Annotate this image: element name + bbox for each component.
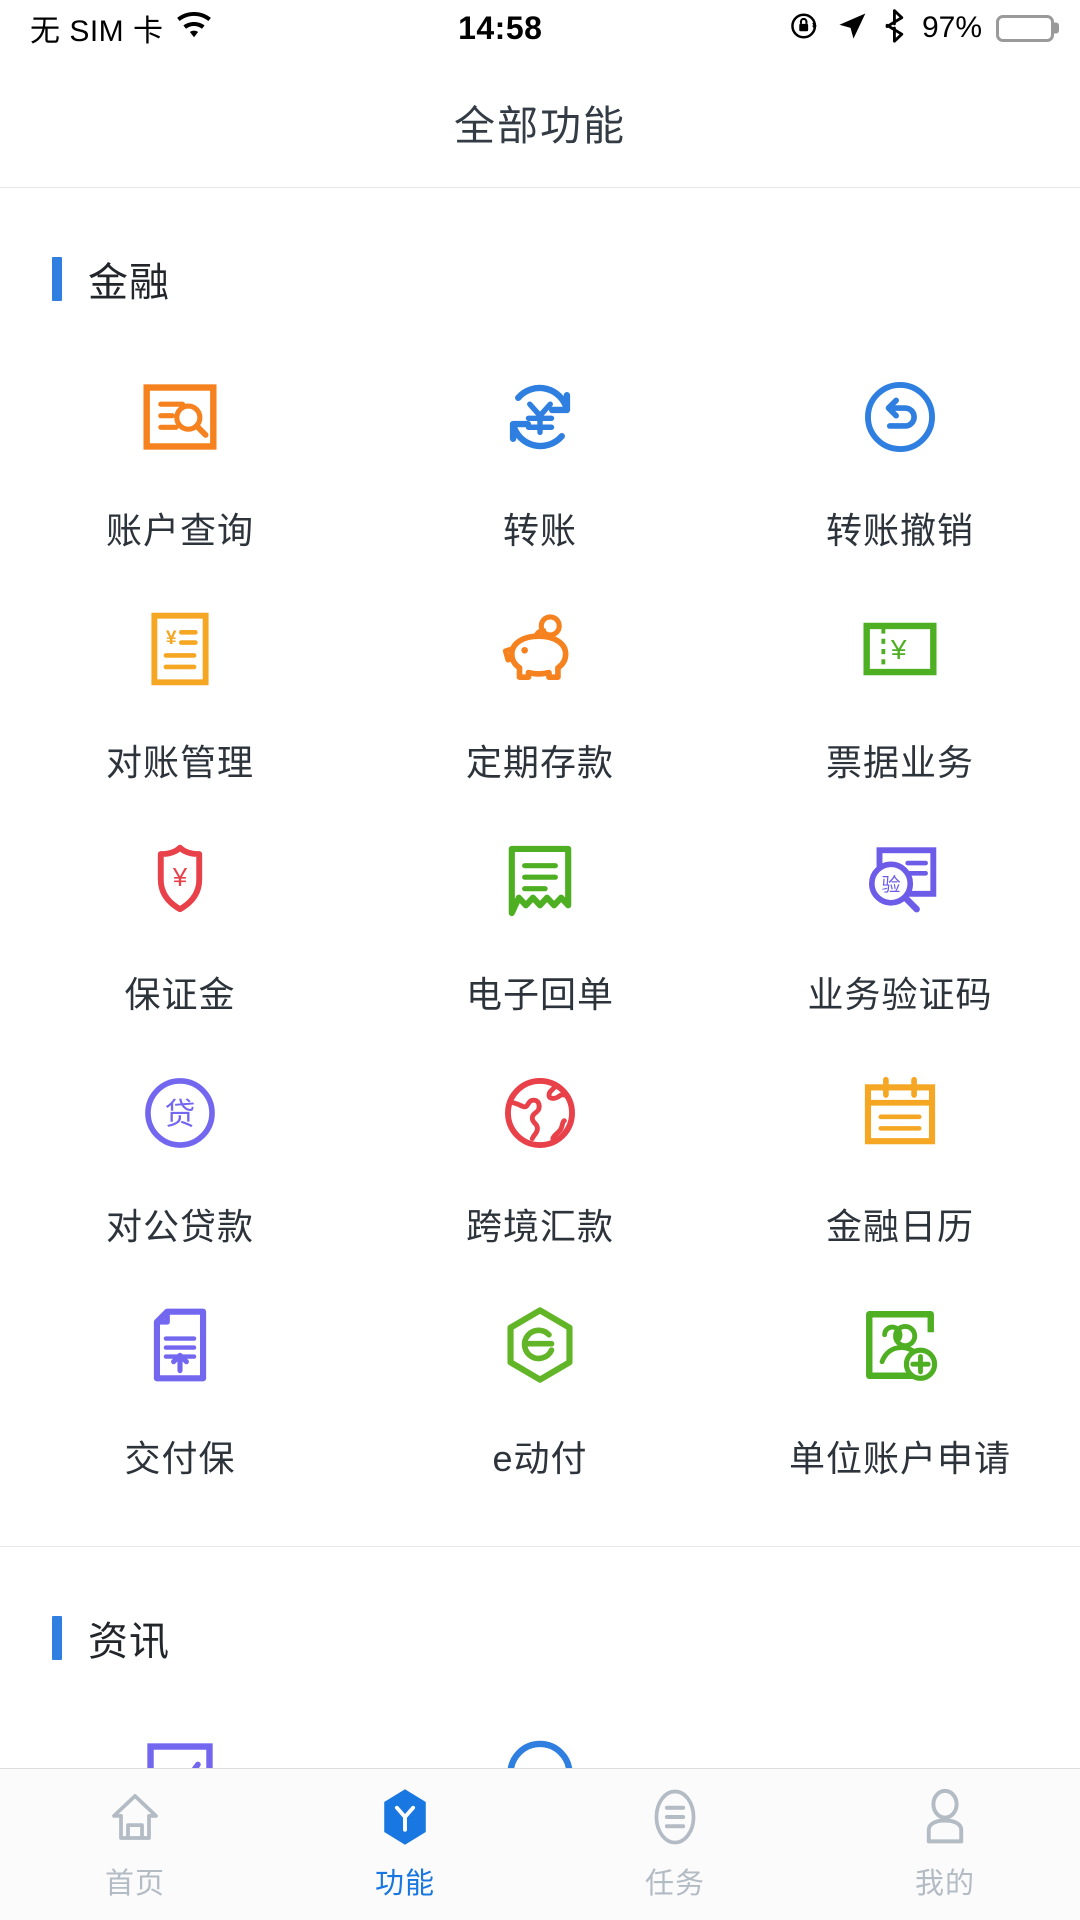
bottom-tab-bar: 首页 功能 任务 我的 — [0, 1768, 1080, 1920]
tile-label: 跨境汇款 — [465, 1206, 614, 1247]
transfer-cancel-icon — [859, 376, 941, 458]
tile-label: 定期存款 — [465, 742, 614, 783]
bill-business-icon: ¥ — [859, 608, 941, 690]
tile-label: 转账撤销 — [825, 510, 974, 551]
tile-verification-code[interactable]: 验 业务验证码 — [720, 812, 1080, 1044]
tile-e-receipt[interactable]: 电子回单 — [360, 812, 720, 1044]
tile-label: 账户查询 — [105, 510, 254, 551]
delivery-guarantee-icon — [139, 1304, 221, 1386]
corporate-loan-icon: 贷 — [139, 1072, 221, 1154]
transfer-icon — [499, 376, 581, 458]
tile-label: 业务验证码 — [807, 974, 993, 1015]
tab-label: 我的 — [914, 1867, 975, 1900]
tab-home[interactable]: 首页 — [0, 1769, 270, 1920]
section-accent-bar — [52, 257, 62, 301]
section-finance-header: 金融 — [0, 188, 1080, 308]
svg-text:¥: ¥ — [172, 864, 188, 892]
status-bar-left: 无 SIM 卡 — [30, 6, 213, 50]
functions-icon — [376, 1788, 434, 1846]
tile-finance-calendar[interactable]: 金融日历 — [720, 1044, 1080, 1276]
section-finance-title: 金融 — [88, 261, 170, 305]
status-bar-right: 97% — [788, 8, 1054, 48]
tile-label: 票据业务 — [825, 742, 974, 783]
section-news-header: 资讯 — [0, 1547, 1080, 1667]
svg-text:¥: ¥ — [890, 633, 907, 665]
tile-news-placeholder — [720, 1707, 1080, 1768]
news-grid: €¥$ — [0, 1667, 1080, 1768]
tile-label: 转账 — [502, 510, 577, 551]
location-arrow-icon — [836, 10, 868, 47]
unit-account-apply-icon — [859, 1304, 941, 1386]
tile-label: 保证金 — [124, 974, 236, 1015]
tile-e-pay[interactable]: e动付 — [360, 1276, 720, 1508]
market-chart-icon — [139, 1735, 221, 1768]
finance-grid: 账户查询 转账 转账撤销 ¥ 对账管理 定期存款 ¥ 票据业务 ¥ 保证金 电子… — [0, 308, 1080, 1546]
tile-label: 交付保 — [124, 1438, 236, 1479]
tile-delivery-guarantee[interactable]: 交付保 — [0, 1276, 360, 1508]
status-bar: 无 SIM 卡 14:58 97% — [0, 0, 1080, 56]
tile-corporate-loan[interactable]: 贷 对公贷款 — [0, 1044, 360, 1276]
tile-label: 电子回单 — [465, 974, 614, 1015]
tab-label: 功能 — [374, 1867, 435, 1900]
svg-text:贷: 贷 — [165, 1097, 196, 1132]
wifi-icon — [175, 11, 213, 46]
tab-label: 任务 — [644, 1867, 705, 1900]
app-screen: 无 SIM 卡 14:58 97% 全部功能 金融 账户查询 转账 转账撤销 ¥… — [0, 0, 1080, 1920]
svg-text:¥: ¥ — [166, 628, 177, 649]
status-clock: 14:58 — [458, 9, 543, 46]
battery-percent-label: 97% — [921, 11, 982, 44]
account-query-icon — [139, 376, 221, 458]
page-title: 全部功能 — [454, 102, 626, 149]
status-bar-center: 14:58 — [213, 10, 788, 47]
tile-bill-business[interactable]: ¥ 票据业务 — [720, 580, 1080, 812]
tab-tasks[interactable]: 任务 — [540, 1769, 810, 1920]
tile-unit-account-apply[interactable]: 单位账户申请 — [720, 1276, 1080, 1508]
shield-deposit-icon: ¥ — [139, 840, 221, 922]
section-news: 资讯 €¥$ — [0, 1547, 1080, 1768]
bluetooth-icon — [882, 8, 908, 48]
tile-account-query[interactable]: 账户查询 — [0, 348, 360, 580]
tile-label: 对账管理 — [105, 742, 254, 783]
e-pay-icon — [499, 1304, 581, 1386]
fx-rate-icon: €¥$ — [499, 1735, 581, 1768]
profile-icon — [916, 1788, 974, 1846]
tab-label: 首页 — [104, 1867, 165, 1900]
finance-calendar-icon — [859, 1072, 941, 1154]
reconciliation-icon: ¥ — [139, 608, 221, 690]
tile-fixed-deposit[interactable]: 定期存款 — [360, 580, 720, 812]
tile-label: 对公贷款 — [105, 1206, 254, 1247]
cross-border-remit-icon — [499, 1072, 581, 1154]
tile-label: 单位账户申请 — [788, 1438, 1011, 1479]
carrier-label: 无 SIM 卡 — [30, 15, 164, 48]
piggy-bank-icon — [499, 608, 581, 690]
tile-transfer-cancel[interactable]: 转账撤销 — [720, 348, 1080, 580]
tile-market-chart[interactable] — [0, 1707, 360, 1768]
e-receipt-icon — [499, 840, 581, 922]
tile-cross-border-remittance[interactable]: 跨境汇款 — [360, 1044, 720, 1276]
tile-reconciliation[interactable]: ¥ 对账管理 — [0, 580, 360, 812]
section-news-title: 资讯 — [88, 1620, 170, 1664]
section-finance: 金融 账户查询 转账 转账撤销 ¥ 对账管理 定期存款 ¥ 票据业务 ¥ 保证金… — [0, 188, 1080, 1546]
section-accent-bar — [52, 1616, 62, 1660]
rotation-lock-icon — [788, 9, 822, 48]
tile-margin-deposit[interactable]: ¥ 保证金 — [0, 812, 360, 1044]
tab-functions[interactable]: 功能 — [270, 1769, 540, 1920]
tile-transfer[interactable]: 转账 — [360, 348, 720, 580]
content-scroll-area[interactable]: 金融 账户查询 转账 转账撤销 ¥ 对账管理 定期存款 ¥ 票据业务 ¥ 保证金… — [0, 188, 1080, 1768]
tile-label: e动付 — [492, 1438, 588, 1479]
tab-profile[interactable]: 我的 — [810, 1769, 1080, 1920]
verification-code-icon: 验 — [859, 840, 941, 922]
tasks-icon — [646, 1788, 704, 1846]
tile-fx-rate[interactable]: €¥$ — [360, 1707, 720, 1768]
tile-label: 金融日历 — [825, 1206, 974, 1247]
svg-text:验: 验 — [881, 874, 900, 896]
page-header: 全部功能 — [0, 56, 1080, 188]
home-icon — [106, 1788, 164, 1846]
battery-icon — [996, 14, 1054, 42]
